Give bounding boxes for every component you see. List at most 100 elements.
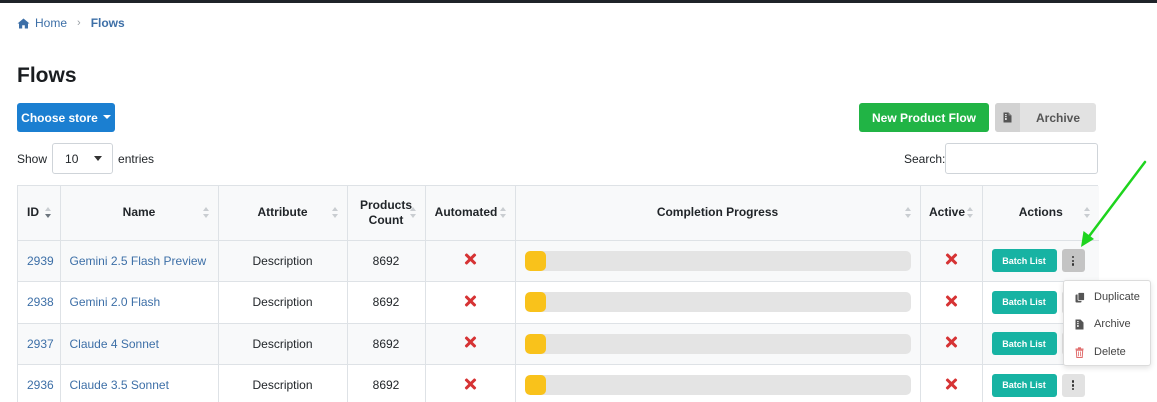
more-actions-button[interactable] bbox=[1061, 373, 1085, 397]
cross-icon bbox=[464, 378, 476, 390]
batch-list-button[interactable]: Batch List bbox=[991, 332, 1057, 356]
row-automated bbox=[425, 240, 516, 282]
row-id-link[interactable]: 2937 bbox=[18, 323, 61, 365]
archive-file-icon bbox=[995, 103, 1020, 132]
row-attribute: Description bbox=[218, 323, 348, 365]
row-attribute: Description bbox=[218, 281, 348, 324]
entries-select-value: 10 bbox=[65, 151, 79, 166]
row-completion-progress bbox=[515, 364, 921, 402]
row-completion-progress bbox=[515, 240, 921, 282]
row-attribute: Description bbox=[218, 364, 348, 402]
new-product-flow-label: New Product Flow bbox=[871, 110, 976, 125]
dropdown-item-label: Archive bbox=[1094, 318, 1131, 330]
batch-list-button[interactable]: Batch List bbox=[991, 290, 1057, 314]
row-id-link[interactable]: 2938 bbox=[18, 281, 61, 324]
archive-file-icon bbox=[1075, 319, 1084, 329]
progress-bar-fill bbox=[524, 375, 546, 396]
flows-table: ID Name Attribute Products Count Automat… bbox=[17, 185, 1099, 402]
sort-icon bbox=[499, 206, 507, 219]
home-icon bbox=[17, 18, 30, 28]
row-automated bbox=[425, 323, 516, 365]
breadcrumb-separator: › bbox=[77, 17, 81, 29]
cross-icon bbox=[945, 378, 957, 390]
caret-down-icon bbox=[94, 156, 103, 161]
column-header-automated[interactable]: Automated bbox=[425, 186, 516, 241]
dropdown-item-label: Duplicate bbox=[1094, 291, 1140, 303]
dropdown-item-delete[interactable]: Delete bbox=[1064, 342, 1150, 362]
entries-suffix-label: entries bbox=[118, 151, 155, 166]
row-active bbox=[920, 281, 983, 324]
row-active bbox=[920, 240, 983, 282]
row-active bbox=[920, 364, 983, 402]
row-actions: Batch List bbox=[982, 364, 1099, 402]
annotation-arrow bbox=[1081, 160, 1147, 247]
search-label: Search: bbox=[904, 152, 946, 166]
progress-bar-fill bbox=[524, 250, 546, 271]
dropdown-item-label: Delete bbox=[1094, 346, 1126, 358]
row-name-link[interactable]: Gemini 2.0 Flash bbox=[60, 281, 219, 324]
sort-icon bbox=[202, 206, 210, 219]
row-completion-progress bbox=[515, 323, 921, 365]
trash-icon bbox=[1075, 346, 1084, 358]
cross-icon bbox=[464, 295, 476, 307]
batch-list-button[interactable]: Batch List bbox=[991, 249, 1057, 273]
show-entries: Show 10 entries bbox=[17, 143, 154, 174]
row-products-count: 8692 bbox=[347, 240, 426, 282]
kebab-menu-icon bbox=[1071, 380, 1075, 391]
cross-icon bbox=[464, 253, 476, 265]
row-products-count: 8692 bbox=[347, 281, 426, 324]
row-automated bbox=[425, 364, 516, 402]
sort-icon bbox=[904, 206, 912, 219]
kebab-menu-icon bbox=[1071, 255, 1075, 266]
column-header-active[interactable]: Active bbox=[920, 186, 983, 241]
copy-icon bbox=[1075, 291, 1085, 302]
sort-icon bbox=[966, 206, 974, 219]
row-actions-dropdown: Duplicate Archive Delete bbox=[1063, 280, 1151, 366]
row-completion-progress bbox=[515, 281, 921, 324]
new-product-flow-button[interactable]: New Product Flow bbox=[859, 103, 989, 132]
sort-icon bbox=[44, 206, 52, 219]
column-header-id[interactable]: ID bbox=[18, 186, 61, 241]
cross-icon bbox=[945, 295, 957, 307]
column-header-products-count[interactable]: Products Count bbox=[347, 186, 426, 241]
caret-down-icon bbox=[102, 114, 111, 119]
row-products-count: 8692 bbox=[347, 323, 426, 365]
progress-bar bbox=[524, 375, 911, 396]
top-bar bbox=[0, 0, 1157, 3]
table-row: 2937 Claude 4 Sonnet Description 8692 Ba… bbox=[18, 323, 1099, 365]
progress-bar-fill bbox=[524, 292, 546, 313]
cross-icon bbox=[464, 336, 476, 348]
row-attribute: Description bbox=[218, 240, 348, 282]
sort-icon bbox=[409, 206, 417, 219]
row-name-link[interactable]: Gemini 2.5 Flash Preview bbox=[60, 240, 219, 282]
cross-icon bbox=[945, 253, 957, 265]
table-row: 2938 Gemini 2.0 Flash Description 8692 B… bbox=[18, 281, 1099, 324]
entries-select[interactable]: 10 bbox=[52, 143, 114, 174]
breadcrumb-home-link[interactable]: Home bbox=[17, 16, 67, 30]
row-name-link[interactable]: Claude 3.5 Sonnet bbox=[60, 364, 219, 402]
row-products-count: 8692 bbox=[347, 364, 426, 402]
choose-store-button[interactable]: Choose store bbox=[17, 103, 115, 132]
batch-list-button[interactable]: Batch List bbox=[991, 373, 1057, 397]
show-label: Show bbox=[17, 151, 48, 166]
progress-bar bbox=[524, 250, 911, 271]
table-header-row: ID Name Attribute Products Count Automat… bbox=[18, 186, 1099, 241]
breadcrumb: Home › Flows bbox=[17, 15, 125, 31]
row-id-link[interactable]: 2936 bbox=[18, 364, 61, 402]
row-active bbox=[920, 323, 983, 365]
column-header-completion-progress[interactable]: Completion Progress bbox=[515, 186, 921, 241]
sort-icon bbox=[331, 206, 339, 219]
row-id-link[interactable]: 2939 bbox=[18, 240, 61, 282]
dropdown-item-duplicate[interactable]: Duplicate bbox=[1064, 287, 1150, 307]
archive-button[interactable]: Archive bbox=[995, 103, 1096, 132]
row-automated bbox=[425, 281, 516, 324]
column-header-name[interactable]: Name bbox=[60, 186, 219, 241]
page-title: Flows bbox=[17, 64, 77, 87]
dropdown-item-archive[interactable]: Archive bbox=[1064, 314, 1150, 334]
progress-bar bbox=[524, 333, 911, 354]
column-header-attribute[interactable]: Attribute bbox=[218, 186, 348, 241]
breadcrumb-home-label: Home bbox=[35, 16, 68, 30]
choose-store-label: Choose store bbox=[21, 110, 98, 125]
archive-button-label: Archive bbox=[1035, 110, 1081, 125]
row-name-link[interactable]: Claude 4 Sonnet bbox=[60, 323, 219, 365]
